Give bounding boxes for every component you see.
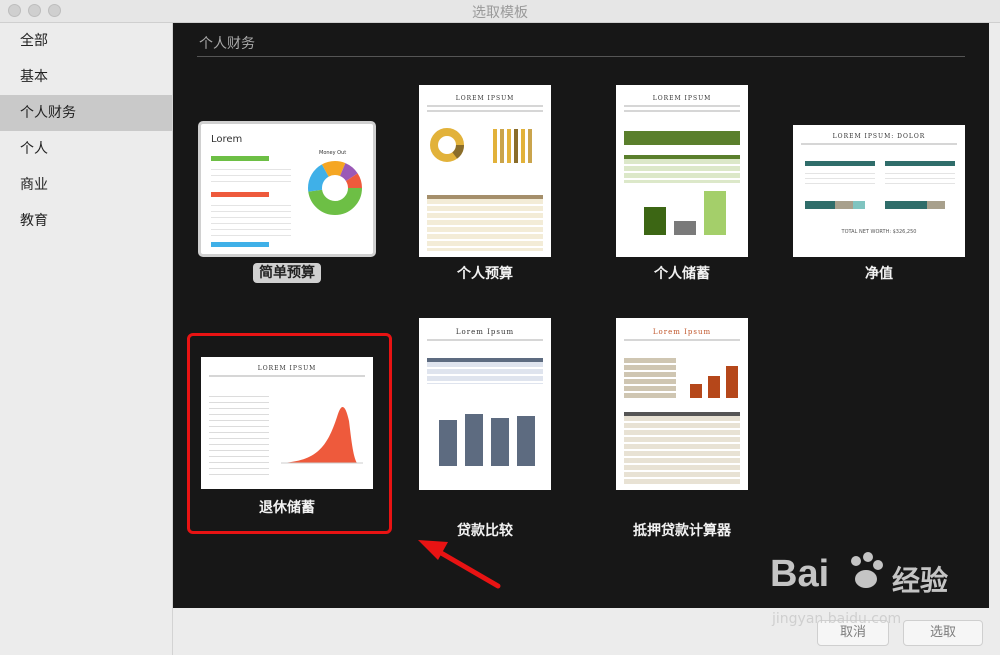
section-divider xyxy=(197,56,965,57)
watermark-brand: Bai xyxy=(770,553,830,595)
preview-table xyxy=(624,155,740,183)
preview-chart-title: Money Out xyxy=(319,150,347,156)
preview-bar xyxy=(690,384,702,398)
preview-title: Lorem xyxy=(211,134,243,145)
preview-rows xyxy=(211,164,291,186)
template-caption: 个人储蓄 xyxy=(654,266,710,282)
preview-bar xyxy=(704,191,726,235)
sidebar-item-personal[interactable]: 个人 xyxy=(0,131,172,167)
preview-stacked-bar xyxy=(805,201,865,209)
paw-icon xyxy=(851,552,883,588)
category-sidebar: 全部 基本 个人财务 个人 商业 教育 xyxy=(0,23,173,655)
preview-bar xyxy=(517,416,535,466)
preview-footer: TOTAL NET WORTH: $326,250 xyxy=(841,229,917,235)
watermark-suffix: 经验 xyxy=(892,564,949,597)
preview-bar-teal xyxy=(805,161,875,166)
preview-bar xyxy=(465,414,483,466)
preview-stacked-bar xyxy=(885,201,945,209)
template-card-net-worth[interactable]: LOREM IPSUM: DOLOR TOTAL NET WORTH: $326… xyxy=(793,125,969,285)
preview-bar-green xyxy=(211,156,269,161)
template-card-mortgage-calculator[interactable]: Lorem Ipsum 抵押贷款计算器 xyxy=(616,318,756,539)
preview-bar-red xyxy=(211,192,269,197)
sidebar-item-business[interactable]: 商业 xyxy=(0,167,172,203)
preview-table xyxy=(624,131,740,145)
preview-bar-teal xyxy=(885,161,955,166)
preview-bar xyxy=(644,207,666,235)
highlight-box xyxy=(187,333,392,534)
preview-table xyxy=(427,358,543,384)
preview-bar xyxy=(708,376,720,398)
template-thumbnail[interactable]: LOREM IPSUM xyxy=(616,85,748,257)
preview-bar xyxy=(674,221,696,235)
title-bar: 选取模板 xyxy=(0,0,1000,23)
preview-bar xyxy=(726,366,738,398)
template-card-loan-comparison[interactable]: Lorem Ipsum 贷款比较 xyxy=(419,318,559,539)
template-caption: 个人预算 xyxy=(457,266,513,282)
preview-rows xyxy=(885,169,955,185)
watermark-url: jingyan.baidu.com xyxy=(772,611,902,627)
template-thumbnail[interactable]: Lorem Ipsum xyxy=(616,318,748,490)
sidebar-item-personal-finance[interactable]: 个人财务 xyxy=(0,95,172,131)
preview-title: LOREM IPSUM xyxy=(455,95,515,102)
preview-rows xyxy=(805,169,875,185)
preview-title: Lorem Ipsum xyxy=(455,328,515,336)
preview-title: LOREM IPSUM: DOLOR xyxy=(832,133,926,140)
preview-table xyxy=(624,412,740,486)
template-thumbnail[interactable]: Lorem Ipsum xyxy=(419,318,551,490)
red-arrow-icon xyxy=(418,540,501,589)
section-title: 个人财务 xyxy=(199,36,255,52)
preview-bar xyxy=(439,420,457,466)
template-caption-text: 简单预算 xyxy=(253,263,321,283)
preview-bar xyxy=(491,418,509,466)
preview-rows xyxy=(211,200,291,238)
window-title: 选取模板 xyxy=(472,5,528,21)
template-thumbnail[interactable]: Lorem Money Out xyxy=(198,121,376,257)
donut-chart-icon xyxy=(430,128,464,162)
template-card-simple-budget[interactable]: Lorem Money Out 简单预算 xyxy=(198,121,378,286)
preview-title: LOREM IPSUM xyxy=(652,95,712,102)
preview-bar-chart xyxy=(493,129,543,163)
baidu-watermark: Bai 经验 jingyan.baidu.com xyxy=(770,545,990,635)
preview-table xyxy=(427,195,543,251)
template-card-personal-budget[interactable]: LOREM IPSUM 个人预算 xyxy=(419,85,559,285)
sidebar-item-basic[interactable]: 基本 xyxy=(0,59,172,95)
template-caption: 简单预算 xyxy=(187,262,387,283)
preview-bar-blue xyxy=(211,242,269,247)
donut-chart-icon xyxy=(308,161,362,215)
preview-title: Lorem Ipsum xyxy=(652,328,712,336)
preview-table xyxy=(624,358,676,398)
sidebar-item-all[interactable]: 全部 xyxy=(0,23,172,59)
template-caption: 抵押贷款计算器 xyxy=(633,523,731,539)
template-caption: 净值 xyxy=(865,266,893,282)
template-thumbnail[interactable]: LOREM IPSUM xyxy=(419,85,551,257)
template-card-personal-savings[interactable]: LOREM IPSUM 个人储蓄 xyxy=(616,85,756,285)
template-thumbnail[interactable]: LOREM IPSUM: DOLOR TOTAL NET WORTH: $326… xyxy=(793,125,965,257)
sidebar-item-education[interactable]: 教育 xyxy=(0,203,172,239)
